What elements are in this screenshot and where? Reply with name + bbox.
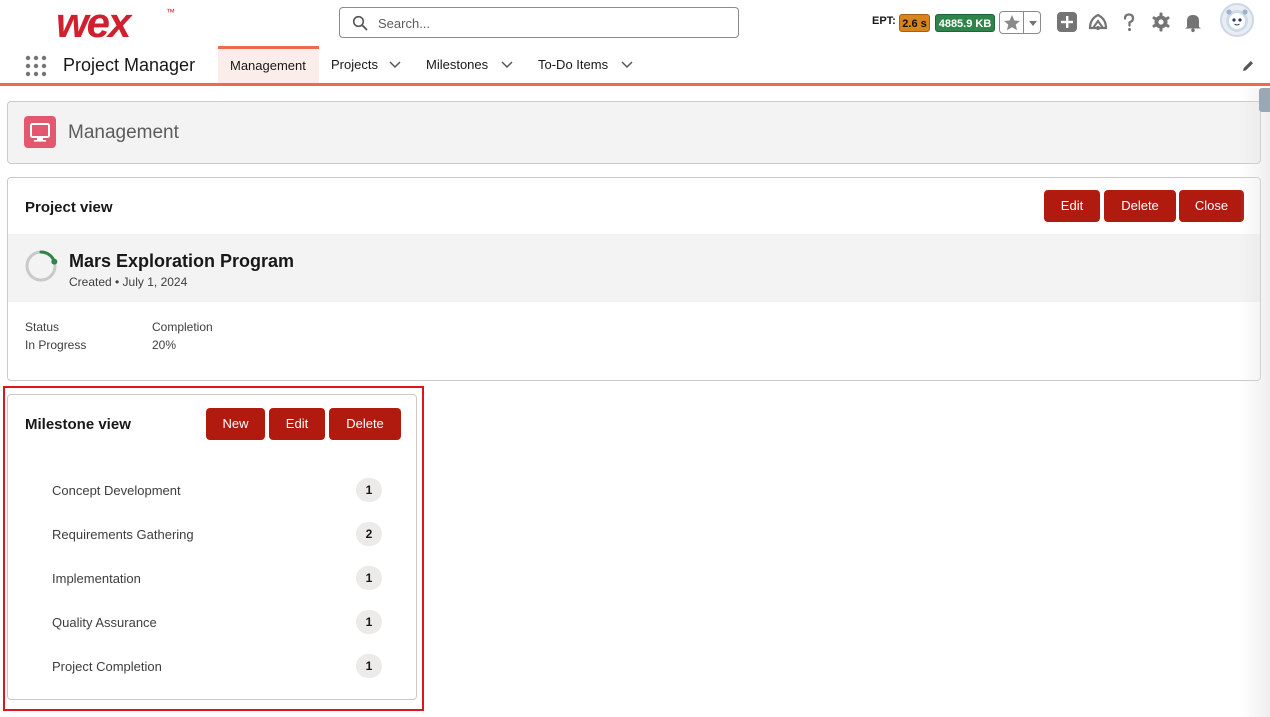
completion-label: Completion [152, 320, 213, 334]
bell-icon[interactable] [1182, 11, 1204, 33]
ept-size-badge: 4885.9 KB [935, 14, 995, 32]
project-name: Mars Exploration Program [69, 251, 295, 271]
tab-label: Milestones [426, 57, 489, 72]
status-value: In Progress [25, 338, 87, 352]
add-icon[interactable] [1056, 11, 1078, 33]
page-title: Management [68, 122, 179, 143]
app-name: Project Manager [63, 55, 196, 75]
milestone-list-item[interactable]: Concept Development 1 [52, 477, 382, 503]
avatar[interactable] [1220, 3, 1254, 37]
star-icon [1004, 15, 1020, 31]
app-navigation-bar: Project Manager Management Projects Mile… [0, 46, 1270, 86]
project-view-card: Project view Edit Delete Close Mars Expl… [7, 177, 1261, 381]
ept-label: EPT: [872, 15, 896, 27]
tab-label: To-Do Items [538, 57, 609, 72]
tab-label: Projects [331, 57, 378, 72]
favorites-group [999, 11, 1041, 34]
search-input[interactable] [378, 13, 728, 33]
logo-text: wex [56, 3, 133, 43]
gear-icon[interactable] [1150, 11, 1172, 33]
project-record-header: Mars Exploration Program Created • July … [8, 234, 1260, 302]
help-icon[interactable] [1118, 11, 1140, 33]
milestone-count-badge: 1 [356, 566, 382, 590]
project-close-button[interactable]: Close [1179, 190, 1244, 222]
progress-ring-icon [25, 250, 58, 282]
tab-projects[interactable]: Projects [319, 46, 414, 83]
milestone-card-title: Milestone view [25, 416, 131, 433]
favorites-menu-button[interactable] [1025, 12, 1041, 33]
chevron-down-icon[interactable] [388, 60, 402, 70]
project-edit-button[interactable]: Edit [1044, 190, 1100, 222]
milestone-count-badge: 1 [356, 610, 382, 634]
global-header: wex ™ EPT: 2.6 s 4885.9 KB [0, 0, 1270, 46]
search-icon [352, 15, 368, 31]
milestone-count-badge: 1 [356, 478, 382, 502]
milestone-list-item[interactable]: Quality Assurance 1 [52, 609, 382, 635]
app-launcher-icon[interactable] [25, 55, 47, 77]
page-header: Management [7, 101, 1261, 164]
milestone-label: Quality Assurance [52, 615, 157, 630]
edit-nav-pencil-icon[interactable] [1241, 59, 1255, 73]
tab-management[interactable]: Management [218, 46, 319, 83]
milestone-delete-button[interactable]: Delete [329, 408, 401, 440]
monitor-icon [30, 123, 50, 142]
milestone-list-item[interactable]: Project Completion 1 [52, 653, 382, 679]
page-header-icon-box [24, 116, 56, 148]
milestone-list-item[interactable]: Requirements Gathering 2 [52, 521, 382, 547]
project-created-meta: Created • July 1, 2024 [69, 275, 188, 289]
ept-time-badge: 2.6 s [899, 14, 930, 32]
milestone-label: Concept Development [52, 483, 181, 498]
chevron-down-icon[interactable] [620, 60, 634, 70]
milestone-label: Implementation [52, 571, 141, 586]
favorite-button[interactable] [1000, 12, 1024, 33]
milestone-count-badge: 2 [356, 522, 382, 546]
milestone-label: Project Completion [52, 659, 162, 674]
utility-panel-toggle[interactable] [1259, 88, 1270, 112]
astro-avatar-icon [1226, 9, 1248, 32]
global-search[interactable] [339, 7, 739, 38]
milestone-edit-button[interactable]: Edit [269, 408, 325, 440]
status-label: Status [25, 320, 60, 334]
completion-value: 20% [152, 338, 177, 352]
tab-label: Management [230, 58, 306, 73]
wex-logo[interactable]: wex ™ [56, 3, 180, 43]
milestone-list-item[interactable]: Implementation 1 [52, 565, 382, 591]
project-delete-button[interactable]: Delete [1104, 190, 1176, 222]
trailhead-icon[interactable] [1087, 11, 1109, 33]
tab-todo-items[interactable]: To-Do Items [526, 46, 646, 83]
milestone-new-button[interactable]: New [206, 408, 265, 440]
chevron-down-icon[interactable] [500, 60, 514, 70]
project-card-title: Project view [25, 199, 113, 216]
milestone-count-badge: 1 [356, 654, 382, 678]
chevron-down-icon [1029, 21, 1037, 26]
logo-trademark: ™ [166, 7, 175, 17]
milestone-view-card: Milestone view New Edit Delete Concept D… [7, 394, 417, 700]
tab-milestones[interactable]: Milestones [414, 46, 526, 83]
milestone-label: Requirements Gathering [52, 527, 194, 542]
progress-dot [51, 258, 58, 265]
